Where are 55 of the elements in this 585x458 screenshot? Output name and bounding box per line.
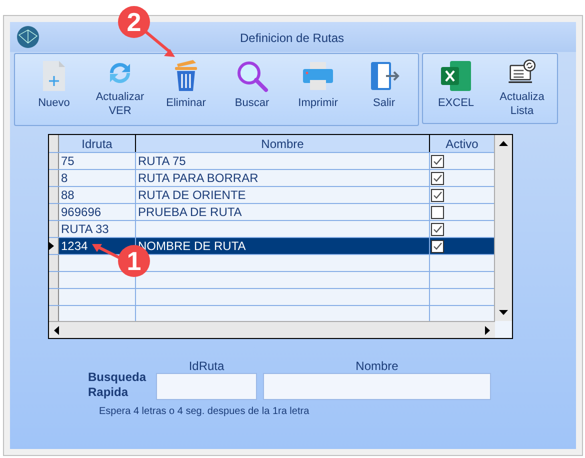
spreadsheet-icon [438,58,474,94]
toolbar-button[interactable]: Nuevo [21,54,87,118]
table-row[interactable]: 75 RUTA 75 [49,153,495,170]
checkbox[interactable] [431,206,444,218]
toolbar-button[interactable]: Imprimir [285,54,351,118]
checkbox[interactable] [431,240,444,252]
table-row[interactable]: 8 RUTA PARA BORRAR [49,170,495,187]
toolbar-button[interactable]: Actualizar VER [87,54,153,118]
search-field[interactable] [156,373,257,400]
search-field[interactable] [263,373,491,400]
toolbar-button[interactable]: Actualiza Lista [489,54,555,118]
table-cell: RUTA DE ORIENTE [136,187,430,203]
row-header-cell[interactable] [49,153,59,169]
table-row[interactable]: 969696 PRUEBA DE RUTA [49,204,495,221]
table-cell: PRUEBA DE RUTA [136,204,430,220]
table-cell: 8 [59,170,136,186]
row-header-cell[interactable] [49,204,59,220]
annotation-marker: 2 [118,6,150,38]
checkbox[interactable] [431,154,444,168]
window-title: Definicion de Rutas [240,30,344,47]
row-header-cell[interactable] [49,170,59,186]
table-cell: 969696 [59,204,136,220]
row-header-cell [49,255,59,271]
row-header-cell [49,306,59,322]
row-header-cell[interactable] [49,187,59,203]
table-row[interactable]: 88 RUTA DE ORIENTE [49,187,495,204]
hint-text: Espera 4 letras o 4 seg. despues de la 1ra letra [99,405,310,419]
row-header-cell [49,135,59,152]
column-header[interactable]: Idruta [59,135,136,152]
horizontal-scrollbar[interactable] [49,321,495,338]
field-label: Nombre [356,359,398,373]
toolbar-button[interactable]: Eliminar [153,54,219,118]
row-header-cell [49,289,59,305]
row-header-cell[interactable] [49,238,59,254]
globe-icon [16,25,40,49]
row-header-cell [49,272,59,288]
row-header-cell[interactable] [49,221,59,237]
arrow-icon [144,30,178,58]
vertical-scrollbar[interactable] [494,135,512,321]
table-cell: RUTA 33 [59,221,136,237]
toolbar-button[interactable]: Salir [351,54,417,118]
scroll-right-icon[interactable] [485,326,491,334]
checkbox[interactable] [431,222,444,236]
table-cell: RUTA PARA BORRAR [136,170,430,186]
checkbox[interactable] [431,172,444,184]
column-header[interactable]: Nombre [136,135,430,152]
toolbar-button[interactable]: EXCEL [423,54,489,118]
table-cell: 88 [59,187,136,203]
table-cell: RUTA 75 [136,153,430,169]
scroll-left-icon[interactable] [53,326,59,334]
field-label: IdRuta [188,359,224,373]
quick-search-label: Busqueda Rapida [88,370,148,400]
table-cell: 75 [59,153,136,169]
toolbar-button[interactable]: Buscar [219,54,285,118]
checkbox[interactable] [431,188,444,202]
